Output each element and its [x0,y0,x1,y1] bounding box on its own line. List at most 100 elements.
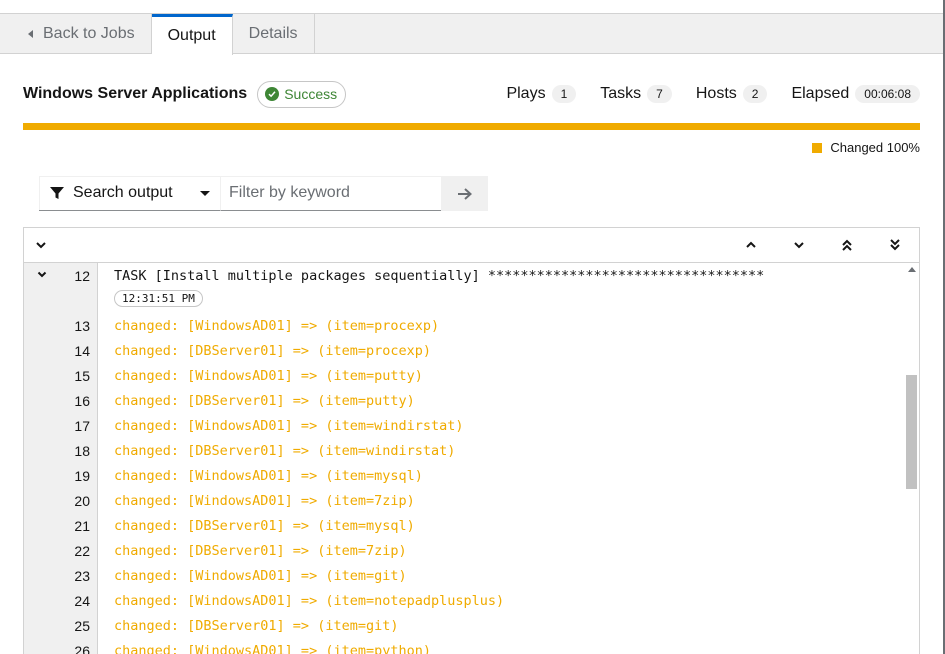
line-number: 18 [74,443,90,459]
job-title: Windows Server Applications [23,85,248,102]
stat-hosts: Hosts 2 [696,85,768,103]
output-line: 15 changed: [WindowsAD01] => (item=putty) [24,363,904,388]
scroll-last-button[interactable] [880,228,910,262]
task-timestamp: 12:31:51 PM [114,290,203,307]
stat-tasks: Tasks 7 [600,85,672,103]
line-number: 19 [74,468,90,484]
output-line: 23 changed: [WindowsAD01] => (item=git) [24,563,904,588]
stat-hosts-count: 2 [742,85,768,103]
line-number: 16 [74,393,90,409]
tab-details-label: Details [248,25,298,42]
tab-back-to-jobs[interactable]: Back to Jobs [0,14,152,54]
search-input[interactable] [221,176,441,211]
status-badge: Success [257,80,347,108]
output-line: 21 changed: [DBServer01] => (item=mysql) [24,513,904,538]
changed-text: changed: [DBServer01] => (item=windirsta… [114,443,456,459]
window-top-strip [0,0,945,14]
caret-left-icon [28,30,33,38]
arrow-right-icon [457,187,472,200]
output-line: 13 changed: [WindowsAD01] => (item=procex… [24,313,904,338]
chevron-down-icon [794,242,804,249]
stat-elapsed-label: Elapsed [791,85,850,102]
chevron-down-icon [36,242,46,249]
changed-text: changed: [DBServer01] => (item=7zip) [114,543,407,559]
line-number: 24 [74,593,90,609]
line-number: 26 [74,643,90,654]
search-submit-button[interactable] [441,176,488,211]
stat-plays-count: 1 [551,85,577,103]
line-number: 21 [74,518,90,534]
changed-text: changed: [WindowsAD01] => (item=putty) [114,368,423,384]
collapse-task-button[interactable] [34,266,50,282]
stat-plays: Plays 1 [506,85,577,103]
stat-hosts-label: Hosts [695,85,737,102]
line-number: 13 [74,318,90,334]
filter-icon [50,187,64,199]
scroll-next-button[interactable] [784,228,814,262]
changed-text: changed: [DBServer01] => (item=putty) [114,393,415,409]
output-line: 22 changed: [DBServer01] => (item=7zip) [24,538,904,563]
expand-all-button[interactable] [26,228,56,262]
double-chevron-down-icon [890,239,900,251]
job-output: 12 TASK [Install multiple packages seque… [23,227,920,654]
output-line: 14 changed: [DBServer01] => (item=procexp… [24,338,904,363]
check-circle-icon [265,87,280,101]
search-type-label: Search output [73,184,173,201]
changed-text: changed: [DBServer01] => (item=procexp) [114,343,431,359]
tab-output[interactable]: Output [151,14,233,55]
stat-plays-label: Plays [506,85,546,102]
output-line: 16 changed: [DBServer01] => (item=putty) [24,388,904,413]
output-scrollbar[interactable] [904,263,919,654]
status-label: Success [284,86,338,102]
double-chevron-up-icon [842,239,852,251]
output-toolbar [24,228,919,263]
output-line: 24 changed: [WindowsAD01] => (item=notepa… [24,588,904,613]
stat-tasks-count: 7 [647,85,672,103]
changed-text: changed: [WindowsAD01] => (item=procexp) [114,318,440,334]
stat-tasks-label: Tasks [600,85,642,102]
stat-elapsed: Elapsed 00:06:08 [791,85,920,103]
line-number: 20 [74,493,90,509]
chevron-up-icon [746,241,756,248]
output-line: 26 changed: [WindowsAD01] => (item=python… [24,638,904,654]
scroll-first-button[interactable] [832,228,862,262]
job-header: Windows Server Applications Success Play… [23,79,920,109]
changed-legend-label: Changed 100% [830,140,920,155]
line-number: 25 [74,618,90,634]
chevron-down-icon [37,271,47,277]
line-number: 22 [74,543,90,559]
output-panel: Windows Server Applications Success Play… [0,55,943,654]
host-status-bar[interactable] [23,123,920,130]
output-line: 17 changed: [WindowsAD01] => (item=windir… [24,413,904,438]
task-text: TASK [Install multiple packages sequenti… [114,268,765,284]
line-number: 17 [74,418,90,434]
search-toolbar: Search output [39,176,488,211]
line-number: 12 [74,268,90,284]
status-legend: Changed 100% [812,140,920,155]
scrollbar-thumb[interactable] [906,375,917,489]
changed-text: changed: [WindowsAD01] => (item=notepadp… [114,593,505,609]
scroll-previous-button[interactable] [736,228,766,262]
changed-text: changed: [WindowsAD01] => (item=mysql) [114,468,423,484]
job-tabs: Back to Jobs Output Details [0,14,943,55]
changed-text: changed: [WindowsAD01] => (item=7zip) [114,493,415,509]
output-line: 19 changed: [WindowsAD01] => (item=mysql) [24,463,904,488]
job-stats: Plays 1 Tasks 7 Hosts 2 Elapsed 00:06:08 [482,85,920,103]
tab-output-label: Output [167,27,216,44]
task-line: 12 TASK [Install multiple packages seque… [24,263,904,311]
line-number: 15 [74,368,90,384]
scroll-up-arrow-icon[interactable] [908,267,916,272]
output-lines[interactable]: 12 TASK [Install multiple packages seque… [24,263,919,654]
changed-text: changed: [WindowsAD01] => (item=git) [114,568,407,584]
caret-down-icon [200,190,210,196]
search-type-select[interactable]: Search output [39,176,221,211]
output-line: 18 changed: [DBServer01] => (item=windirs… [24,438,904,463]
tab-details[interactable]: Details [233,14,315,54]
line-number: 14 [74,343,90,359]
tab-back-label: Back to Jobs [43,25,135,42]
output-line: 20 changed: [WindowsAD01] => (item=7zip) [24,488,904,513]
stat-elapsed-value: 00:06:08 [855,85,920,103]
output-line: 25 changed: [DBServer01] => (item=git) [24,613,904,638]
changed-text: changed: [DBServer01] => (item=git) [114,618,399,634]
changed-swatch [812,142,823,153]
